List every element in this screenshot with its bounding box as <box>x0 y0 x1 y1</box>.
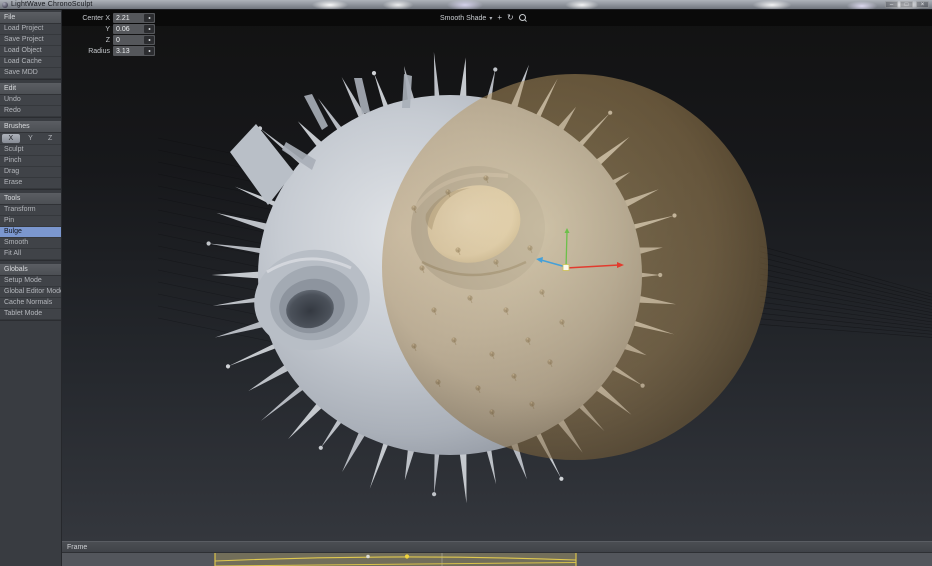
sidebar-item-global-editor-mode[interactable]: Global Editor Mode <box>0 287 61 298</box>
field-label: Radius <box>68 48 113 55</box>
viewport-canvas[interactable]: Center X ◂▸ Y ◂▸ Z ◂▸ Radius ◂▸ <box>62 10 932 541</box>
sidebar-item-tablet-mode[interactable]: Tablet Mode <box>0 309 61 320</box>
field-row-center-x: Center X ◂▸ <box>68 13 155 23</box>
minimize-button[interactable]: – <box>885 1 898 8</box>
timeline-track[interactable] <box>62 553 932 566</box>
sidebar-section-brushes: Brushes X Y Z Sculpt Pinch Drag Erase <box>0 121 61 190</box>
title-bar: LightWave ChronoSculpt – □ × <box>0 0 932 10</box>
center-x-input[interactable] <box>113 13 144 23</box>
field-label: Z <box>68 37 113 44</box>
axis-button-x[interactable]: X <box>2 134 20 143</box>
sidebar-item-drag[interactable]: Drag <box>0 167 61 178</box>
radius-input[interactable] <box>113 46 144 56</box>
section-header-brushes: Brushes <box>0 122 61 133</box>
maximize-button[interactable]: □ <box>900 1 913 8</box>
center-y-input[interactable] <box>113 24 144 34</box>
timeline-graph <box>62 553 932 566</box>
center-z-input[interactable] <box>113 35 144 45</box>
frame-panel-header: Frame <box>62 541 932 553</box>
window-title: LightWave ChronoSculpt <box>11 1 93 8</box>
sidebar-item-pinch[interactable]: Pinch <box>0 156 61 167</box>
pan-view-icon[interactable]: + <box>497 13 502 23</box>
app-icon <box>2 2 8 8</box>
sidebar-section-edit: Edit Undo Redo <box>0 83 61 118</box>
sidebar-section-file: File Load Project Save Project Load Obje… <box>0 12 61 80</box>
stepper-icon[interactable]: ◂▸ <box>144 25 154 33</box>
sidebar-section-globals: Globals Setup Mode Global Editor Mode Ca… <box>0 264 61 321</box>
shade-mode-label: Smooth Shade <box>440 15 486 22</box>
frame-panel: Frame <box>62 541 932 566</box>
sidebar-item-cache-normals[interactable]: Cache Normals <box>0 298 61 309</box>
field-row-radius: Radius ◂▸ <box>68 46 155 56</box>
orbit-view-icon[interactable]: ↻ <box>507 13 514 23</box>
brush-fields-panel: Center X ◂▸ Y ◂▸ Z ◂▸ Radius ◂▸ <box>68 13 155 57</box>
sidebar-item-sculpt[interactable]: Sculpt <box>0 145 61 156</box>
timeline-key-inactive[interactable] <box>366 555 370 559</box>
section-header-tools: Tools <box>0 194 61 205</box>
stepper-icon[interactable]: ◂▸ <box>144 47 154 55</box>
sidebar-item-redo[interactable]: Redo <box>0 106 61 117</box>
gizmo-center-handle <box>563 265 569 271</box>
stepper-icon[interactable]: ◂▸ <box>144 36 154 44</box>
sidebar-item-pin[interactable]: Pin <box>0 216 61 227</box>
chronosculpt-window: LightWave ChronoSculpt – □ × File Load P… <box>0 0 932 566</box>
section-header-edit: Edit <box>0 84 61 95</box>
sidebar-item-transform[interactable]: Transform <box>0 205 61 216</box>
field-row-center-z: Z ◂▸ <box>68 35 155 45</box>
section-header-file: File <box>0 13 61 24</box>
close-button[interactable]: × <box>916 1 929 8</box>
timeline-key-active[interactable] <box>405 554 409 558</box>
sidebar: File Load Project Save Project Load Obje… <box>0 10 62 566</box>
scene-3d <box>62 10 932 541</box>
axis-button-z[interactable]: Z <box>41 134 59 143</box>
sidebar-item-smooth[interactable]: Smooth <box>0 238 61 249</box>
sidebar-item-fit-all[interactable]: Fit All <box>0 249 61 260</box>
axis-button-y[interactable]: Y <box>22 134 40 143</box>
field-row-center-y: Y ◂▸ <box>68 24 155 34</box>
sidebar-item-undo[interactable]: Undo <box>0 95 61 106</box>
field-label: Y <box>68 26 113 33</box>
axis-button-row: X Y Z <box>0 133 61 145</box>
zoom-view-icon[interactable] <box>519 14 526 23</box>
sidebar-item-load-object[interactable]: Load Object <box>0 46 61 57</box>
chevron-down-icon: ▾ <box>489 15 492 22</box>
sidebar-item-setup-mode[interactable]: Setup Mode <box>0 276 61 287</box>
stepper-icon[interactable]: ◂▸ <box>144 14 154 22</box>
sidebar-item-bulge[interactable]: Bulge <box>0 227 61 238</box>
sidebar-item-load-project[interactable]: Load Project <box>0 24 61 35</box>
sidebar-item-erase[interactable]: Erase <box>0 178 61 189</box>
sidebar-section-tools: Tools Transform Pin Bulge Smooth Fit All <box>0 193 61 261</box>
viewport-controls: Smooth Shade ▾ + ↻ <box>440 12 526 24</box>
field-label: Center X <box>68 15 113 22</box>
section-header-globals: Globals <box>0 265 61 276</box>
shade-mode-dropdown[interactable]: Smooth Shade ▾ <box>440 15 492 22</box>
sidebar-item-save-mdd[interactable]: Save MDD <box>0 68 61 79</box>
sidebar-item-load-cache[interactable]: Load Cache <box>0 57 61 68</box>
sidebar-item-save-project[interactable]: Save Project <box>0 35 61 46</box>
